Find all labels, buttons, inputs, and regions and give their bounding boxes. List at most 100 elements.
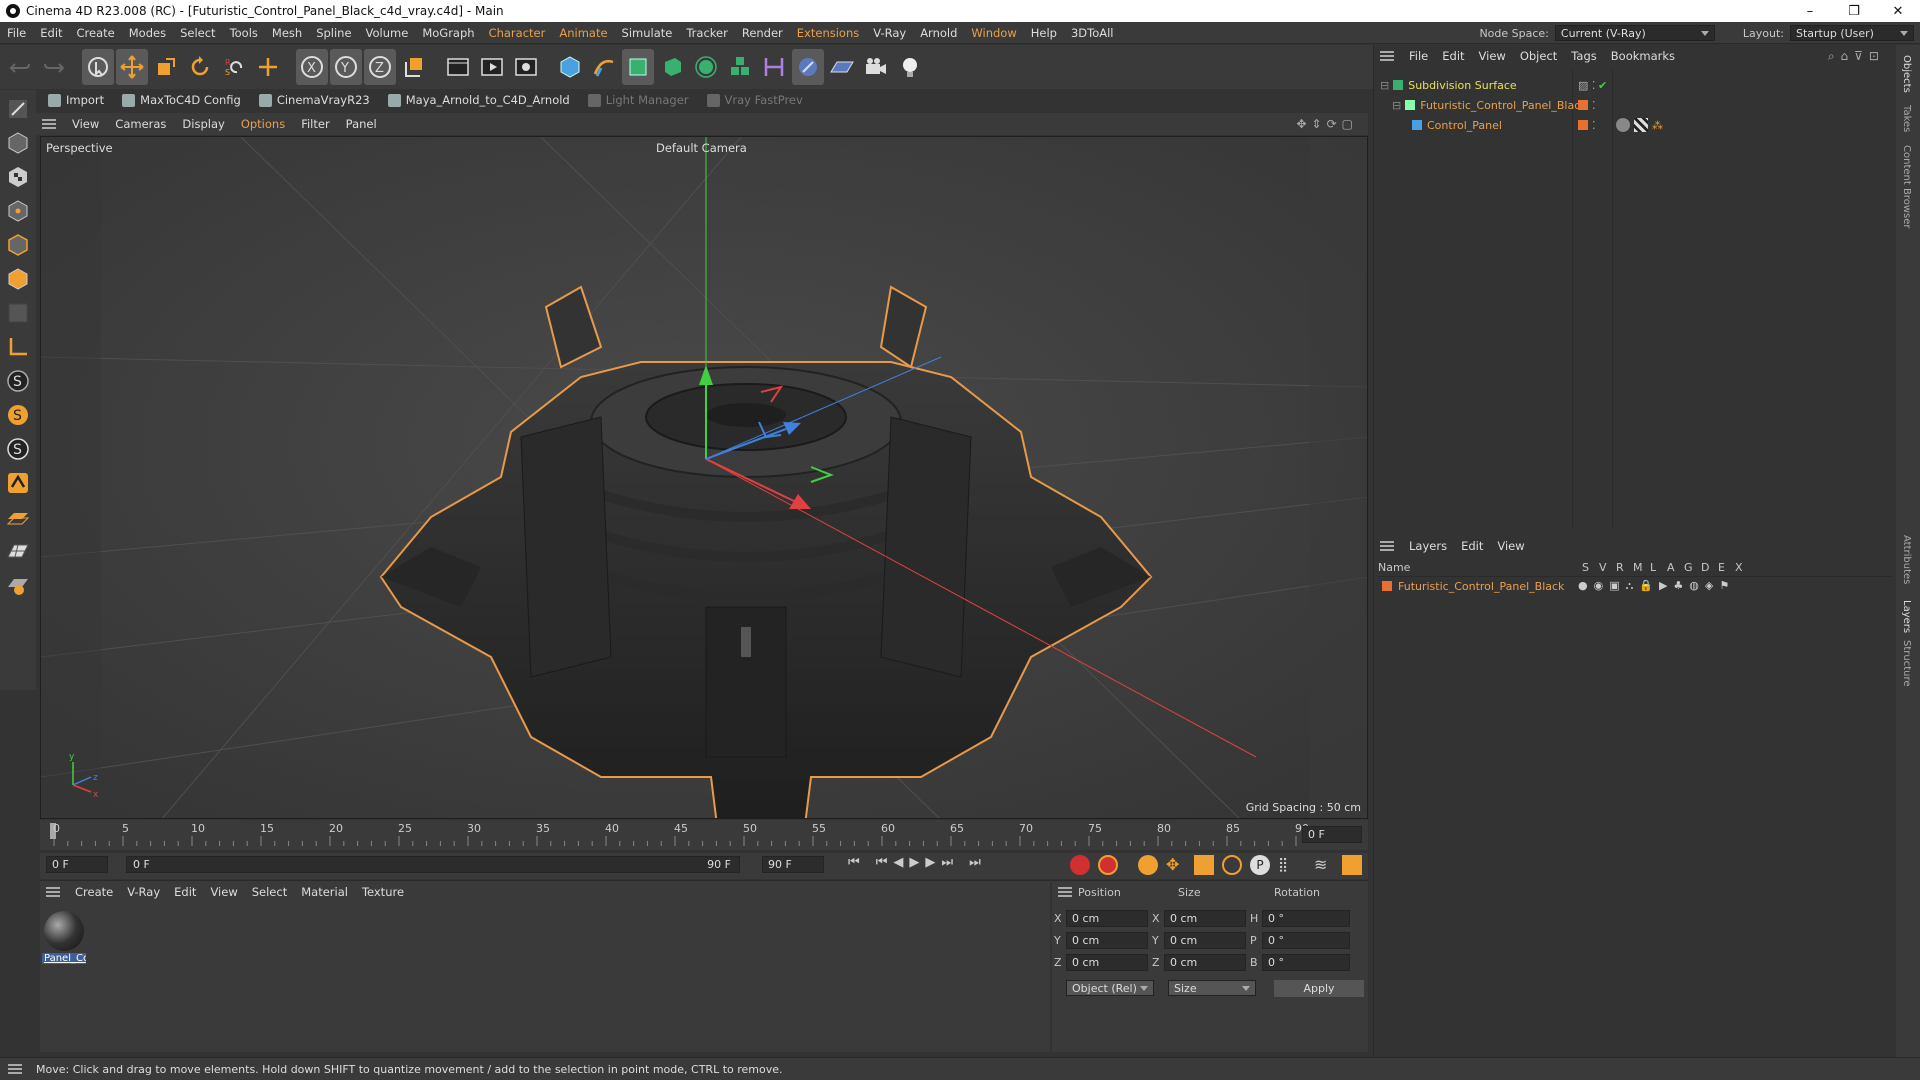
key-scale-icon[interactable] <box>1194 855 1214 875</box>
tweak-mode-icon[interactable] <box>3 468 33 498</box>
layer-toggle-icons[interactable]: ●◉▣⛬🔒▶♣◍◈⚑ <box>1578 579 1735 593</box>
render-view-icon[interactable] <box>442 49 474 85</box>
layer-row[interactable]: Futuristic_Control_Panel_Black ●◉▣⛬🔒▶♣◍◈… <box>1382 577 1892 595</box>
texture-mode-icon[interactable] <box>3 162 33 192</box>
next-key-icon[interactable]: ⏭ <box>941 855 953 870</box>
timeline-ruler[interactable]: 051015202530354045505560657075808590 0 F <box>40 820 1368 850</box>
menu-file[interactable]: File <box>0 26 33 40</box>
viewport-menu-view[interactable]: View <box>64 117 107 131</box>
previous-key-icon[interactable]: ⏮ <box>876 855 888 870</box>
recent-tools-icon[interactable]: RS <box>218 49 250 85</box>
menu-volume[interactable]: Volume <box>359 26 416 40</box>
menu-modes[interactable]: Modes <box>122 26 173 40</box>
menu-spline[interactable]: Spline <box>309 26 358 40</box>
maximize-button[interactable]: ❐ <box>1832 0 1876 22</box>
viewport-menu-filter[interactable]: Filter <box>293 117 337 131</box>
visibility-dots[interactable]: ⁚ <box>1592 99 1596 112</box>
enabled-check-icon[interactable]: ✔ <box>1598 79 1607 92</box>
subdivision-surface-icon[interactable] <box>622 49 654 85</box>
keyframe-selection-icon[interactable] <box>1138 855 1158 875</box>
floor-icon[interactable] <box>826 49 858 85</box>
material-menu-create[interactable]: Create <box>68 885 120 899</box>
menu-character[interactable]: Character <box>482 26 553 40</box>
objects-menu-object[interactable]: Object <box>1513 49 1564 63</box>
apply-button[interactable]: Apply <box>1274 979 1364 997</box>
layout-select[interactable]: Startup (User) <box>1790 25 1914 41</box>
tab-takes[interactable]: Takes <box>1901 105 1912 132</box>
layers-menu-view[interactable]: View <box>1490 539 1531 553</box>
menu-3dtoall[interactable]: 3DToAll <box>1064 26 1121 40</box>
model-mode-icon[interactable] <box>3 128 33 158</box>
x-axis-lock-icon[interactable]: X <box>296 49 328 85</box>
move-tool-icon[interactable] <box>116 49 148 85</box>
key-position-icon[interactable]: ✥ <box>1166 855 1186 875</box>
next-frame-icon[interactable]: ▶ <box>925 855 935 870</box>
rotation-h-field[interactable]: 0 ° <box>1262 909 1350 927</box>
maxtoc4d-config-button[interactable]: MaxToC4D Config <box>122 93 241 107</box>
undo-button[interactable] <box>4 49 36 85</box>
z-axis-lock-icon[interactable]: Z <box>364 49 396 85</box>
cube-object-icon[interactable] <box>554 49 586 85</box>
rotation-p-field[interactable]: 0 ° <box>1262 931 1350 949</box>
y-axis-lock-icon[interactable]: Y <box>330 49 362 85</box>
viewport-nav-icons[interactable]: ✥⇕⟳▢ <box>1296 117 1358 131</box>
field-icon[interactable] <box>792 49 824 85</box>
objects-menu-view[interactable]: View <box>1472 49 1513 63</box>
position-z-field[interactable]: 0 cm <box>1066 953 1148 971</box>
polygon-mode-icon[interactable] <box>3 264 33 294</box>
texture-tag-icon[interactable] <box>1634 118 1648 132</box>
range-slider[interactable]: 0 F 90 F <box>126 856 740 873</box>
light-icon[interactable] <box>894 49 926 85</box>
material-menu-texture[interactable]: Texture <box>355 885 411 899</box>
deformer-icon[interactable] <box>758 49 790 85</box>
scale-tool-icon[interactable] <box>150 49 182 85</box>
tab-objects[interactable]: Objects <box>1901 55 1912 93</box>
vray-fastprev-button[interactable]: Vray FastPrev <box>706 93 803 107</box>
viewport-menu-display[interactable]: Display <box>174 117 232 131</box>
objects-menu-edit[interactable]: Edit <box>1435 49 1471 63</box>
node-space-select[interactable]: Current (V-Ray) <box>1554 25 1715 41</box>
material-menu-material[interactable]: Material <box>294 885 355 899</box>
autokey-icon[interactable] <box>1098 855 1118 875</box>
previous-frame-icon[interactable]: ◀ <box>893 855 903 870</box>
camera-icon[interactable] <box>860 49 892 85</box>
viewport-menu-options[interactable]: Options <box>233 117 293 131</box>
tab-attributes[interactable]: Attributes <box>1901 535 1912 584</box>
material-menu-select[interactable]: Select <box>245 885 294 899</box>
material-tag-icon[interactable]: ⁂ <box>1652 119 1663 132</box>
visibility-dots[interactable]: ⁚ <box>1592 119 1596 132</box>
cloner-icon[interactable] <box>690 49 722 85</box>
size-mode-select[interactable]: Size <box>1168 980 1256 996</box>
live-selection-tool-icon[interactable] <box>82 49 114 85</box>
layers-menu-edit[interactable]: Edit <box>1454 539 1490 553</box>
snap-settings-icon[interactable]: S <box>3 400 33 430</box>
viewport-menu-panel[interactable]: Panel <box>338 117 385 131</box>
point-mode-icon[interactable] <box>3 196 33 226</box>
coordinate-mode-select[interactable]: Object (Rel) <box>1066 980 1154 996</box>
menu-help[interactable]: Help <box>1024 26 1064 40</box>
extrude-generator-icon[interactable] <box>656 49 688 85</box>
menu-extensions[interactable]: Extensions <box>790 26 866 40</box>
menu-mesh[interactable]: Mesh <box>265 26 309 40</box>
size-y-field[interactable]: 0 cm <box>1164 931 1246 949</box>
menu-arnold[interactable]: Arnold <box>913 26 964 40</box>
rotation-b-field[interactable]: 0 ° <box>1262 953 1350 971</box>
layer-color-swatch[interactable] <box>1578 120 1588 130</box>
size-z-field[interactable]: 0 cm <box>1164 953 1246 971</box>
menu-animate[interactable]: Animate <box>552 26 614 40</box>
tab-content-browser[interactable]: Content Browser <box>1901 145 1912 228</box>
key-pla-icon[interactable]: ⣿ <box>1278 855 1298 875</box>
go-to-start-icon[interactable]: ⏮ <box>848 855 860 870</box>
tree-collapse-icon[interactable]: ⊟ <box>1380 79 1389 92</box>
material-menu-icon[interactable] <box>46 887 60 897</box>
menu-tracker[interactable]: Tracker <box>679 26 735 40</box>
end-frame-field[interactable]: 90 F <box>762 856 824 873</box>
menu-tools[interactable]: Tools <box>223 26 265 40</box>
layers-menu-icon[interactable] <box>1380 541 1394 551</box>
maya-arnold-button[interactable]: Maya_Arnold_to_C4D_Arnold <box>387 93 570 107</box>
axis-mode-icon[interactable] <box>3 332 33 362</box>
layer-color-swatch[interactable] <box>1578 100 1588 110</box>
menu-select[interactable]: Select <box>173 26 222 40</box>
coordinate-system-icon[interactable] <box>398 49 430 85</box>
material-menu-vray[interactable]: V-Ray <box>120 885 167 899</box>
